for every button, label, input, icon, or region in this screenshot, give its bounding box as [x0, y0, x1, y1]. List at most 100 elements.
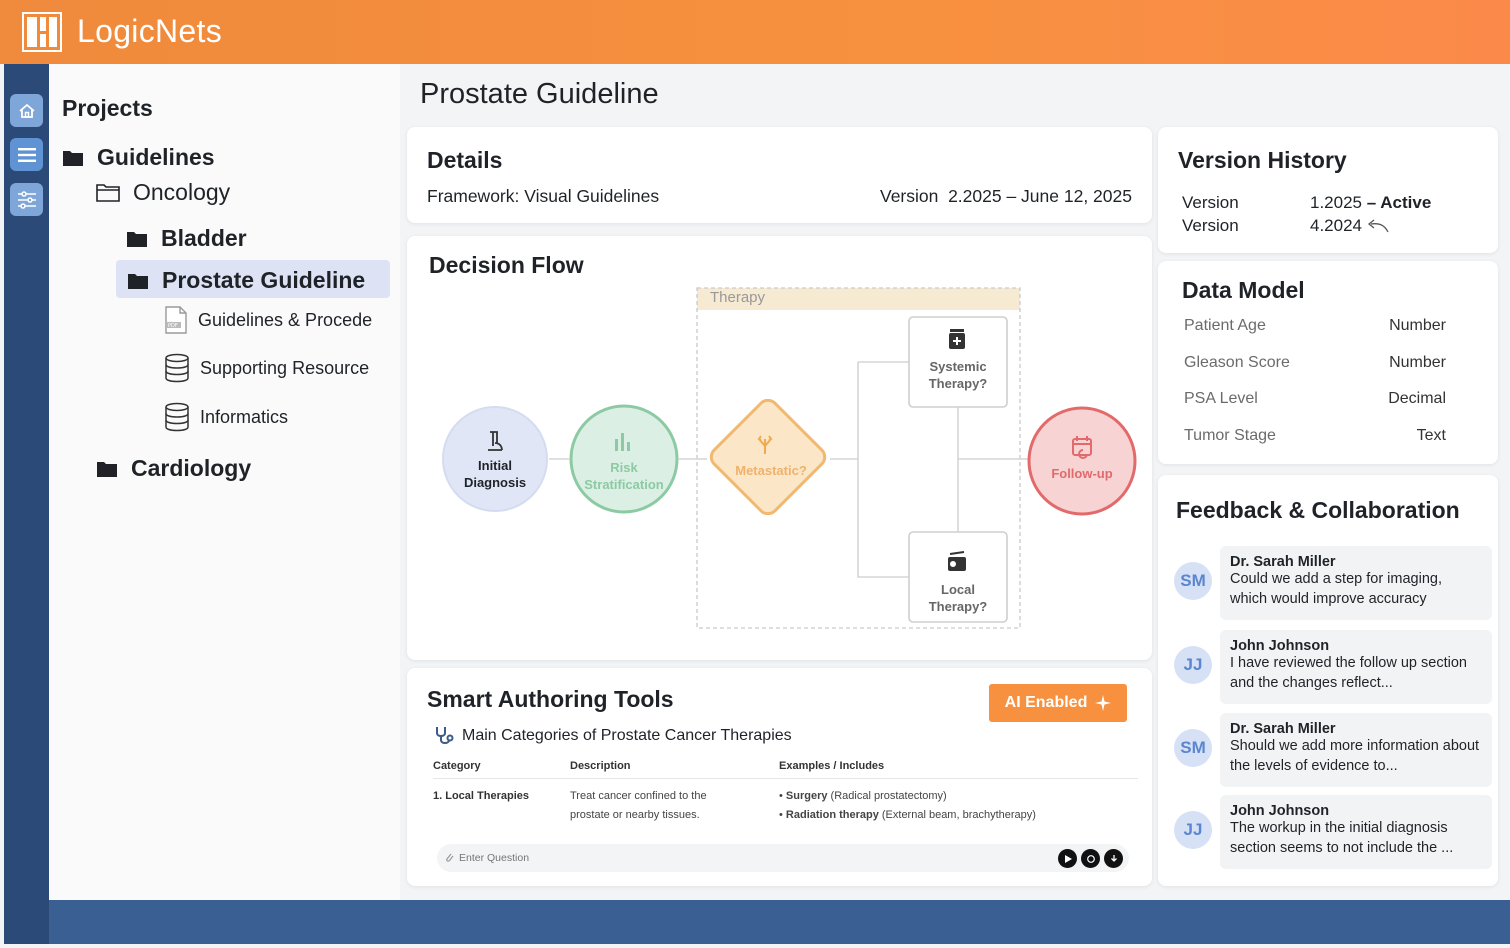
feedback-item[interactable]: SM Dr. Sarah Miller Should we add more i…: [1172, 713, 1492, 787]
tree-label: Oncology: [133, 179, 231, 205]
home-icon[interactable]: [10, 94, 43, 127]
version-row-previous[interactable]: 4.2024: [1310, 216, 1390, 236]
comment-bubble: Dr. Sarah Miller Should we add more info…: [1220, 713, 1492, 787]
tree-item-prostate-guideline[interactable]: Prostate Guideline: [127, 267, 365, 294]
folder-open-icon: [96, 184, 120, 202]
version-text: Version 2.2025 – June 12, 2025: [879, 186, 1132, 206]
version-history-card: Version History Version 1.2025 – Active …: [1158, 127, 1498, 253]
data-model-row[interactable]: Tumor Stage Text: [1184, 427, 1446, 445]
node-text: Therapy?: [928, 599, 988, 614]
tree-item-guidelines-procedures[interactable]: PDF Guidelines & Procede: [164, 306, 372, 334]
tree-label: Bladder: [161, 225, 247, 251]
folder-icon: [127, 231, 147, 247]
comment-author: Dr. Sarah Miller: [1230, 554, 1336, 570]
tree-item-bladder[interactable]: Bladder: [126, 225, 247, 252]
node-text: Stratification: [584, 477, 664, 492]
description-line: prostate or nearby tissues.: [570, 809, 700, 821]
sliders-icon[interactable]: [10, 183, 43, 216]
database-icon: [165, 402, 189, 432]
svg-text:PDF: PDF: [168, 323, 178, 329]
menu-icon[interactable]: [10, 138, 43, 171]
app-header: LogicNets: [0, 0, 1510, 64]
question-input[interactable]: [459, 849, 1019, 867]
page-title: Prostate Guideline: [420, 78, 659, 110]
question-input-bar[interactable]: [437, 844, 1129, 872]
version-row-active[interactable]: 1.2025 – Active: [1310, 193, 1431, 213]
followup-label[interactable]: Follow-up: [1032, 465, 1132, 482]
data-model-row[interactable]: Gleason Score Number: [1184, 354, 1446, 372]
project-sidebar: Projects Guidelines Oncology Bladder Pro…: [49, 64, 400, 900]
field-type: Number: [1389, 317, 1446, 334]
ai-button-label: AI Enabled: [1004, 694, 1088, 711]
decision-flow-diagram: [442, 287, 1137, 629]
restore-arrow-icon[interactable]: [1366, 218, 1390, 234]
metastatic-node: [709, 398, 827, 516]
decision-flow-card: Decision Flow Therapy Initial Diagnosis …: [407, 236, 1152, 660]
comment-author: John Johnson: [1230, 638, 1330, 654]
field-type: Number: [1389, 354, 1446, 371]
feedback-item[interactable]: JJ John Johnson I have reviewed the foll…: [1172, 630, 1492, 704]
icon-rail: [4, 64, 49, 944]
field-name: Patient Age: [1184, 317, 1266, 334]
tree-item-guidelines[interactable]: Guidelines: [62, 144, 215, 171]
example-rest: (Radical prostatectomy): [827, 790, 947, 802]
description-line: Treat cancer confined to the: [570, 790, 707, 802]
example-bold: Radiation therapy: [785, 809, 879, 821]
folder-icon: [128, 273, 148, 289]
refresh-icon[interactable]: [1081, 849, 1100, 868]
example-bold: Surgery: [785, 790, 828, 802]
table-subtitle: Main Categories of Prostate Cancer Thera…: [433, 725, 792, 747]
example-line: • Surgery (Radical prostatectomy): [779, 790, 947, 802]
feedback-card: Feedback & Collaboration SM Dr. Sarah Mi…: [1158, 475, 1498, 886]
subtitle-text: Main Categories of Prostate Cancer Thera…: [462, 727, 792, 744]
node-text: Diagnosis: [463, 475, 527, 490]
table-cell-examples: • Surgery (Radical prostatectomy) • Radi…: [779, 787, 1036, 825]
node-text: Therapy?: [928, 376, 988, 391]
paperclip-icon[interactable]: [445, 852, 455, 864]
pdf-document-icon: PDF: [165, 306, 187, 334]
field-name: PSA Level: [1184, 390, 1258, 407]
data-model-row[interactable]: PSA Level Decimal: [1184, 390, 1446, 408]
feedback-item[interactable]: SM Dr. Sarah Miller Could we add a step …: [1172, 546, 1492, 620]
comment-text: I have reviewed the follow up section an…: [1230, 655, 1467, 691]
feedback-title: Feedback & Collaboration: [1176, 497, 1460, 523]
systemic-therapy-label[interactable]: Systemic Therapy?: [909, 358, 1007, 392]
avatar: SM: [1174, 562, 1212, 600]
field-type: Decimal: [1388, 390, 1446, 407]
example-rest: (External beam, brachytherapy): [878, 809, 1036, 821]
version-history-title: Version History: [1178, 147, 1347, 173]
risk-stratification-label[interactable]: Risk Stratification: [569, 459, 679, 493]
download-icon[interactable]: [1104, 849, 1123, 868]
tree-item-supporting-resource[interactable]: Supporting Resource: [164, 353, 369, 383]
node-text: Local: [941, 582, 975, 597]
tree-label: Supporting Resource: [200, 357, 370, 378]
initial-diagnosis-label[interactable]: Initial Diagnosis: [445, 457, 545, 491]
details-card: Details Framework: Visual Guidelines Ver…: [407, 127, 1152, 223]
avatar: JJ: [1174, 646, 1212, 684]
details-title: Details: [427, 147, 503, 173]
column-header: Category: [433, 760, 481, 772]
app-name: LogicNets: [77, 13, 222, 49]
send-icon[interactable]: [1058, 849, 1077, 868]
comment-text: Could we add a step for imaging, which w…: [1230, 571, 1442, 607]
local-therapy-label[interactable]: Local Therapy?: [909, 581, 1007, 615]
version-label: Version: [1182, 193, 1239, 212]
tree-item-informatics[interactable]: Informatics: [164, 402, 288, 432]
column-header: Description: [570, 760, 631, 772]
tree-label: Guidelines: [97, 144, 215, 170]
data-model-row[interactable]: Patient Age Number: [1184, 317, 1446, 335]
comment-bubble: Dr. Sarah Miller Could we add a step for…: [1220, 546, 1492, 620]
node-text: Systemic: [929, 359, 987, 374]
therapy-group-label: Therapy: [710, 289, 766, 306]
comment-bubble: John Johnson I have reviewed the follow …: [1220, 630, 1492, 704]
tree-item-cardiology[interactable]: Cardiology: [96, 455, 251, 482]
tree-item-oncology[interactable]: Oncology: [96, 179, 230, 206]
folder-icon: [63, 150, 83, 166]
node-text: Initial: [478, 458, 512, 473]
metastatic-label[interactable]: Metastatic?: [721, 462, 821, 479]
ai-enabled-button[interactable]: AI Enabled: [989, 684, 1127, 722]
footer-bar: [49, 900, 1510, 944]
projects-heading: Projects: [62, 95, 153, 121]
data-model-title: Data Model: [1182, 277, 1305, 303]
feedback-item[interactable]: JJ John Johnson The workup in the initia…: [1172, 795, 1492, 869]
